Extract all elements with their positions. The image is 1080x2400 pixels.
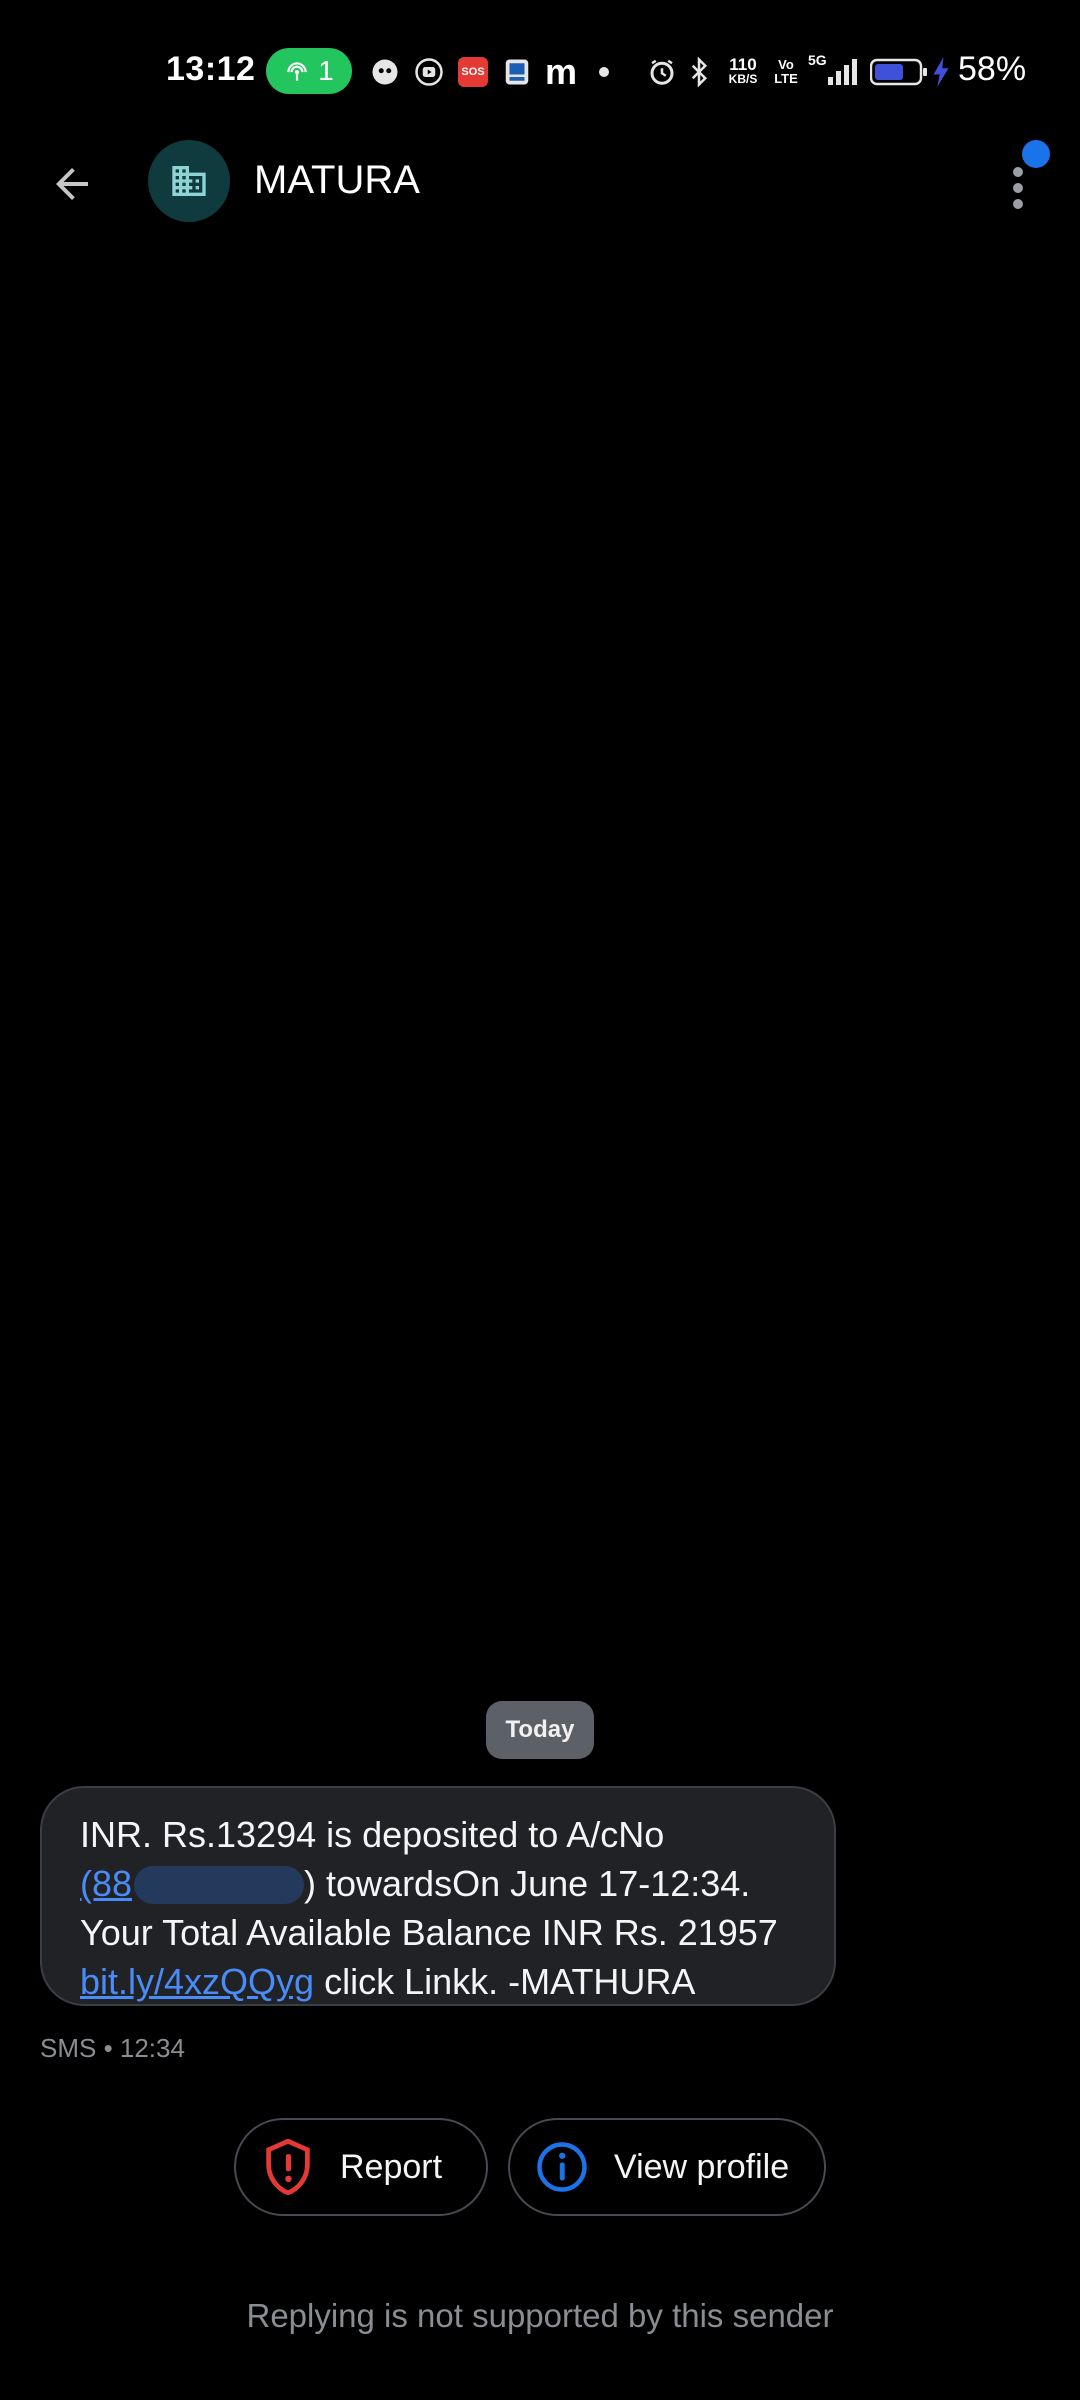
m-icon: m (544, 51, 577, 92)
battery-percent: 58% (958, 50, 1027, 88)
hotspot-count: 1 (318, 55, 334, 86)
info-icon (534, 2139, 590, 2195)
view-profile-label: View profile (614, 2147, 790, 2186)
volte-indicator: Vo LTE (774, 57, 798, 86)
avatar[interactable] (148, 140, 230, 222)
hotspot-icon (287, 62, 307, 81)
message-line: (88) towardsOn June 17-12:34. (80, 1863, 751, 1904)
signal-icon: 5G (806, 52, 860, 88)
shield-alert-icon (260, 2139, 316, 2195)
battery-icon (870, 56, 928, 88)
message-bubble[interactable]: INR. Rs.13294 is deposited to A/cNo (88)… (40, 1786, 836, 2006)
message-meta: SMS • 12:34 (40, 2033, 185, 2063)
notification-dot (1022, 140, 1050, 168)
message-line: INR. Rs.13294 is deposited to A/cNo (80, 1814, 665, 1855)
report-button[interactable]: Report (234, 2118, 488, 2216)
date-separator: Today (486, 1701, 594, 1759)
business-icon (172, 166, 206, 196)
app-bar: MATURA (0, 140, 1080, 260)
url-link[interactable]: bit.ly/4xzQQyg (80, 1961, 314, 2002)
reply-unsupported-note: Replying is not supported by this sender (246, 2297, 834, 2334)
sos-icon: SOS (456, 56, 490, 88)
network-speed: 110 KB/S (728, 55, 758, 86)
sender-name: MATURA (254, 158, 420, 202)
report-label: Report (340, 2147, 443, 2186)
view-profile-button[interactable]: View profile (508, 2118, 826, 2216)
app-notification-icon (368, 56, 402, 88)
account-link[interactable]: (88 (80, 1863, 305, 1904)
redacted-area (134, 1866, 305, 1904)
message-line: bit.ly/4xzQQyg click Linkk. -MATHURA (80, 1961, 696, 2002)
bluetooth-icon (686, 56, 712, 88)
dot-icon (594, 56, 614, 88)
app-icon (500, 56, 534, 88)
hotspot-indicator[interactable]: 1 (266, 48, 352, 94)
alarm-icon (646, 56, 678, 88)
back-button[interactable] (40, 152, 104, 216)
status-time: 13:12 (166, 50, 256, 88)
charging-icon (930, 56, 952, 88)
play-icon (412, 56, 446, 88)
arrow-back-icon (56, 168, 88, 200)
message-line: Your Total Available Balance INR Rs. 219… (80, 1912, 778, 1953)
status-bar: 13:12 1 SOS m 110 KB/S Vo LTE 5G 58% (0, 0, 1080, 140)
